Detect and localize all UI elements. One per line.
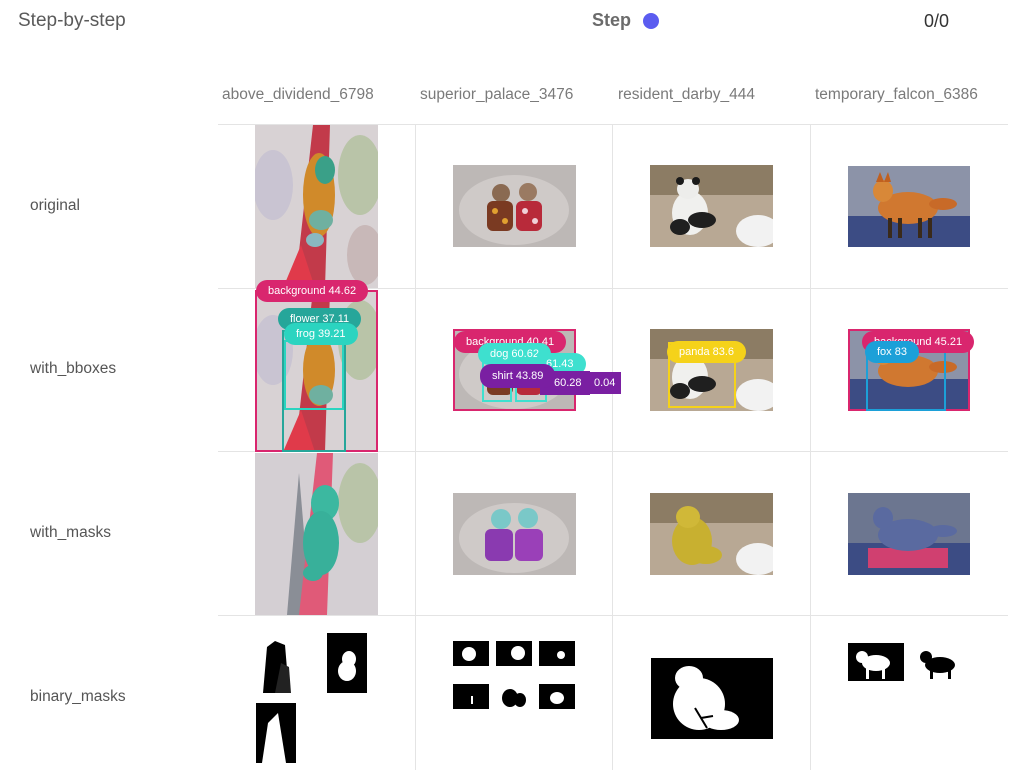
grid-divider <box>415 124 416 770</box>
binary-mask-thumb <box>327 633 367 693</box>
binary-mask-thumb <box>256 703 296 763</box>
bbox-label: 0.04 <box>588 372 622 394</box>
step-control: Step <box>592 10 660 31</box>
page-title: Step-by-step <box>18 10 126 31</box>
bbox-label: background 44.62 <box>256 280 369 302</box>
dogs-image <box>453 165 576 247</box>
dogs-mask-image <box>453 493 576 575</box>
bbox-label: frog 39.21 <box>284 323 358 345</box>
grid-divider <box>612 124 613 770</box>
fox-image <box>848 166 970 247</box>
bbox-label: fox 83 <box>865 341 919 363</box>
step-counter: 0/0 <box>924 11 950 31</box>
binary-mask-thumb <box>255 633 297 693</box>
grid-divider <box>218 615 1008 616</box>
column-header: superior_palace_3476 <box>420 86 574 103</box>
binary-mask-thumb <box>496 684 532 709</box>
column-header: resident_darby_444 <box>618 86 756 103</box>
row-label: with_masks <box>30 524 111 541</box>
binary-mask-thumb <box>453 684 489 709</box>
bbox-label: panda 83.6 <box>667 341 747 363</box>
panda-mask-image <box>650 493 773 575</box>
bbox-label: shirt 43.89 <box>480 364 556 388</box>
binary-mask-thumb <box>453 641 489 666</box>
binary-mask-thumb <box>651 658 773 739</box>
binary-mask-thumb <box>539 684 575 709</box>
binary-mask-thumb <box>848 643 904 681</box>
step-label: Step <box>592 10 632 30</box>
row-label: binary_masks <box>30 688 126 705</box>
column-header: above_dividend_6798 <box>222 86 374 103</box>
frog-mask-image <box>255 453 378 615</box>
grid-divider <box>810 124 811 770</box>
binary-mask-thumb <box>912 643 968 681</box>
column-header: temporary_falcon_6386 <box>815 86 978 103</box>
row-label: with_bboxes <box>30 360 117 377</box>
panda-image <box>650 165 773 247</box>
toolbar: Step-by-step Step 0/0 <box>0 0 1015 44</box>
bbox-frog <box>284 340 344 410</box>
frog-image <box>255 125 378 288</box>
step-slider-handle[interactable] <box>643 12 660 29</box>
fox-mask-image <box>848 493 970 575</box>
binary-mask-thumb <box>496 641 532 666</box>
binary-mask-thumb <box>539 641 575 666</box>
row-label: original <box>30 197 80 214</box>
